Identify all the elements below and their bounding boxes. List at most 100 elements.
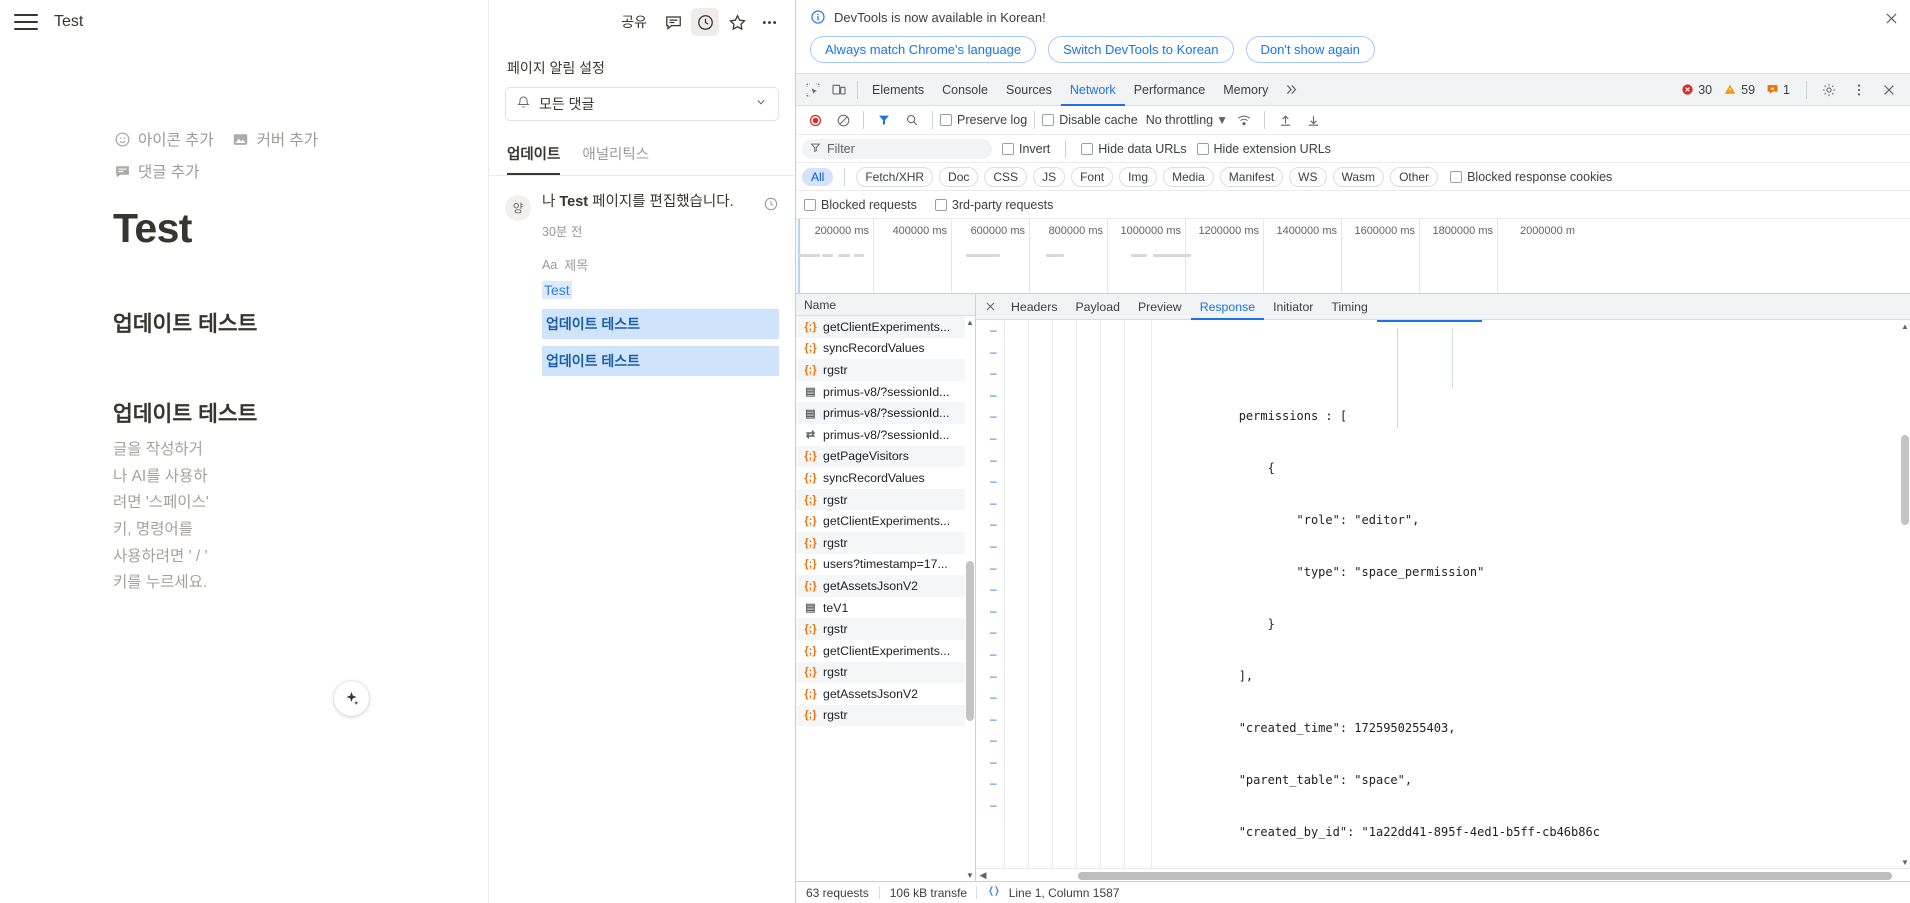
chevron-double-right-icon[interactable] (1277, 77, 1303, 103)
tab-network[interactable]: Network (1061, 74, 1125, 106)
always-match-language-button[interactable]: Always match Chrome's language (810, 36, 1037, 63)
scroll-down-icon[interactable]: ▼ (965, 869, 975, 881)
more-options-icon[interactable] (755, 8, 783, 36)
search-icon[interactable] (899, 107, 925, 133)
comment-icon[interactable] (659, 8, 687, 36)
dont-show-again-button[interactable]: Don't show again (1245, 36, 1375, 63)
heading-block-1[interactable]: 업데이트 테스트 (0, 311, 488, 339)
blocked-response-cookies-checkbox[interactable]: Blocked response cookies (1450, 170, 1612, 184)
name-column-header[interactable]: Name (796, 294, 975, 316)
tab-timing[interactable]: Timing (1322, 294, 1376, 320)
body-placeholder-text[interactable]: 글을 작성하거나 AI를 사용하려면 '스페이스' 키, 명령어를 사용하려면 … (0, 437, 310, 597)
table-row[interactable]: {;} rgstr (796, 704, 975, 727)
share-button[interactable]: 공유 (613, 8, 655, 36)
update-restore-icon[interactable] (763, 196, 779, 217)
tab-response[interactable]: Response (1191, 294, 1264, 320)
disable-cache-checkbox[interactable]: Disable cache (1042, 113, 1138, 127)
preserve-log-checkbox[interactable]: Preserve log (940, 113, 1027, 127)
detail-close-icon[interactable] (978, 294, 1002, 320)
heading-block-2[interactable]: 업데이트 테스트 (0, 401, 488, 429)
devtools-close-icon[interactable] (1876, 77, 1902, 103)
issue-count[interactable]: 1 (1766, 83, 1790, 97)
response-hscrollbar[interactable]: ◀ (976, 868, 1910, 881)
tab-payload[interactable]: Payload (1066, 294, 1128, 320)
type-filter-other[interactable]: Other (1390, 166, 1439, 187)
filter-input[interactable]: Filter (802, 138, 992, 159)
request-list[interactable]: {;} getClientExperiments... {;} syncRecord… (796, 316, 975, 881)
notification-select[interactable]: 모든 댓글 (505, 87, 779, 121)
invert-checkbox[interactable]: Invert (1002, 142, 1050, 156)
device-toolbar-icon[interactable] (826, 77, 852, 103)
import-har-icon[interactable] (1272, 107, 1298, 133)
type-filter-manifest[interactable]: Manifest (1219, 166, 1284, 187)
scroll-up-icon[interactable]: ▲ (1900, 320, 1910, 332)
star-icon[interactable] (723, 8, 751, 36)
banner-close-icon[interactable] (1883, 10, 1900, 30)
third-party-requests-checkbox[interactable]: 3rd-party requests (934, 198, 1053, 212)
history-clock-icon[interactable] (691, 8, 719, 36)
table-row[interactable]: {;} getClientExperiments... (796, 640, 975, 662)
scroll-up-icon[interactable]: ▲ (965, 316, 975, 328)
response-json-code[interactable]: permissions : [ { "role": "editor", "typ… (1152, 320, 1910, 868)
scrollbar-thumb[interactable] (966, 561, 974, 721)
hide-extension-urls-checkbox[interactable]: Hide extension URLs (1196, 142, 1331, 156)
issue-counters[interactable]: 30 59 1 (1681, 77, 1906, 103)
scrollbar-thumb[interactable] (1901, 435, 1909, 525)
add-comment-button[interactable]: 댓글 추가 (113, 160, 199, 182)
tab-console[interactable]: Console (933, 74, 997, 106)
clear-icon[interactable] (830, 107, 856, 133)
add-cover-button[interactable]: 커버 추가 (232, 128, 318, 150)
table-row[interactable]: ⇄ primus-v8/?sessionId... (796, 424, 975, 446)
type-filter-all[interactable]: All (802, 167, 834, 186)
type-filter-doc[interactable]: Doc (939, 166, 979, 187)
table-row[interactable]: {;} getAssetsJsonV2 (796, 683, 975, 705)
gear-icon[interactable] (1816, 77, 1842, 103)
table-row[interactable]: {;} rgstr (796, 618, 975, 640)
tab-performance[interactable]: Performance (1125, 74, 1215, 106)
record-stop-icon[interactable] (802, 107, 828, 133)
table-row[interactable]: {;} syncRecordValues (796, 338, 975, 360)
export-har-icon[interactable] (1300, 107, 1326, 133)
table-row[interactable]: {;} syncRecordValues (796, 467, 975, 489)
table-row[interactable]: {;} rgstr (796, 661, 975, 684)
throttling-chevron-down-icon[interactable]: ▼ (1215, 113, 1229, 127)
scroll-left-icon[interactable]: ◀ (976, 870, 990, 881)
table-row[interactable]: ▤ primus-v8/?sessionId... (796, 402, 975, 424)
type-filter-media[interactable]: Media (1163, 166, 1214, 187)
type-filter-ws[interactable]: WS (1289, 166, 1327, 187)
hscroll-track[interactable] (990, 871, 1910, 880)
tab-preview[interactable]: Preview (1129, 294, 1191, 320)
throttling-value[interactable]: No throttling (1146, 113, 1213, 127)
switch-to-korean-button[interactable]: Switch DevTools to Korean (1048, 36, 1234, 63)
add-icon-button[interactable]: 아이콘 추가 (113, 128, 214, 150)
inspect-element-icon[interactable] (800, 77, 826, 103)
tab-initiator[interactable]: Initiator (1264, 294, 1322, 320)
type-filter-css[interactable]: CSS (984, 166, 1028, 187)
table-row[interactable]: ▤ teV1 (796, 597, 975, 619)
blocked-requests-checkbox[interactable]: Blocked requests (804, 198, 917, 212)
response-scrollbar[interactable]: ▲ ▼ (1900, 320, 1910, 868)
tab-headers[interactable]: Headers (1002, 294, 1066, 320)
network-timeline-overview[interactable]: 200000 ms 400000 ms 600000 ms 800000 ms … (796, 219, 1910, 294)
hide-data-urls-checkbox[interactable]: Hide data URLs (1081, 142, 1187, 156)
curly-braces-icon[interactable] (987, 884, 1001, 901)
hscrollbar-thumb[interactable] (1078, 871, 1892, 880)
table-row[interactable]: ▤ primus-v8/?sessionId... (796, 381, 975, 403)
table-row[interactable]: {;} rgstr (796, 488, 975, 511)
table-row[interactable]: {;} rgstr (796, 531, 975, 554)
table-row[interactable]: {;} getAssetsJsonV2 (796, 575, 975, 597)
filter-icon[interactable] (871, 107, 897, 133)
table-row[interactable]: {;} getClientExperiments... (796, 510, 975, 532)
tab-updates[interactable]: 업데이트 (507, 143, 561, 175)
response-body-viewer[interactable]: – – – – – – – – – – – – – – – – – – – – … (976, 320, 1910, 868)
type-filter-js[interactable]: JS (1033, 166, 1066, 187)
tab-elements[interactable]: Elements (863, 74, 933, 106)
type-filter-wasm[interactable]: Wasm (1332, 166, 1385, 187)
table-row[interactable]: {;} getClientExperiments... (796, 316, 975, 338)
tab-memory[interactable]: Memory (1214, 74, 1277, 106)
network-conditions-icon[interactable] (1231, 107, 1257, 133)
sidebar-toggle-icon[interactable] (14, 10, 38, 34)
table-row[interactable]: {;} getPageVisitors (796, 445, 975, 468)
warning-count[interactable]: 59 (1723, 83, 1755, 97)
ai-assistant-button[interactable] (334, 681, 369, 716)
